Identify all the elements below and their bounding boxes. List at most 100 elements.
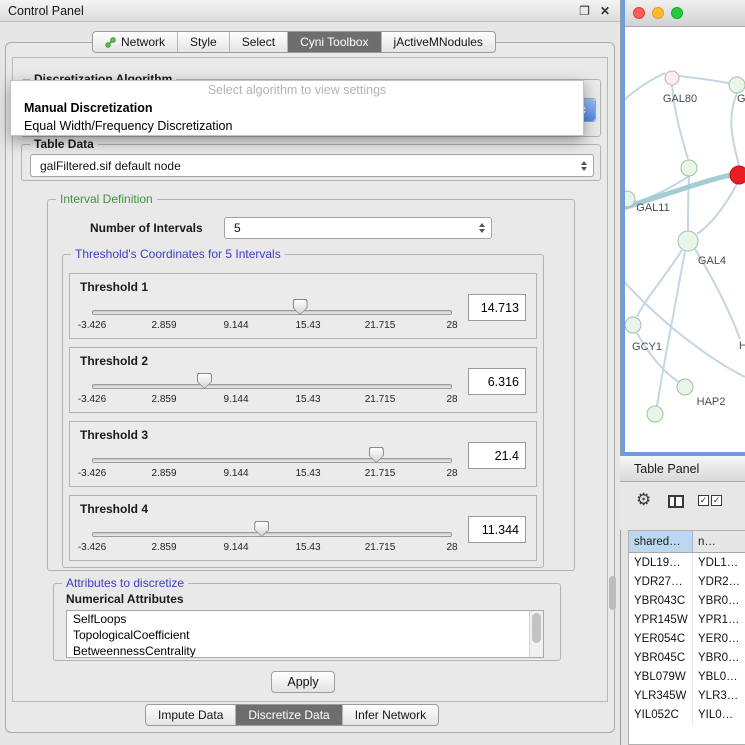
cell[interactable]: YER0… bbox=[693, 629, 745, 648]
network-edge bbox=[625, 73, 665, 117]
list-scrollbar[interactable] bbox=[529, 611, 543, 657]
checkbox-icon[interactable]: ✓ bbox=[711, 495, 722, 506]
zoom-traffic-light-icon[interactable] bbox=[671, 7, 683, 19]
combo-stepper-icon[interactable] bbox=[479, 223, 485, 233]
cell[interactable]: YDL19… bbox=[629, 553, 693, 572]
checkbox-icon[interactable]: ✓ bbox=[698, 495, 709, 506]
cell[interactable]: YDR2… bbox=[693, 572, 745, 591]
tab-style[interactable]: Style bbox=[177, 32, 229, 52]
dropdown-prompt: Select algorithm to view settings bbox=[11, 81, 583, 99]
list-item[interactable]: BetweennessCentrality bbox=[67, 643, 543, 658]
threshold-2-value-field[interactable]: 6.316 bbox=[468, 368, 526, 395]
slider-tick-label: 21.715 bbox=[365, 394, 396, 405]
dropdown-option-manual-discretization[interactable]: Manual Discretization bbox=[11, 99, 583, 117]
node-label: GAL11 bbox=[636, 202, 669, 214]
tab-discretize-data[interactable]: Discretize Data bbox=[235, 705, 341, 725]
table-row[interactable]: YDL19…YDL1… bbox=[629, 553, 745, 572]
list-item[interactable]: TopologicalCoefficient bbox=[67, 627, 543, 643]
columns-icon[interactable] bbox=[668, 495, 684, 508]
network-view-window: GAL80 GA GAL11 GAL4 GCY1 H HAP2 bbox=[621, 0, 745, 456]
select-columns-checkboxes-icon[interactable]: ✓ ✓ bbox=[698, 495, 722, 506]
combo-stepper-icon[interactable] bbox=[581, 161, 587, 171]
node-label: GAL80 bbox=[663, 93, 697, 105]
table-row[interactable]: YBR043CYBR0… bbox=[629, 591, 745, 610]
apply-button[interactable]: Apply bbox=[271, 671, 335, 693]
table-panel-header: Table Panel bbox=[620, 456, 745, 482]
float-window-icon[interactable]: ❐ bbox=[579, 4, 590, 18]
close-icon[interactable]: ✕ bbox=[600, 4, 610, 18]
table-row[interactable]: YLR345WYLR3… bbox=[629, 686, 745, 705]
slider-tick-label: 21.715 bbox=[365, 320, 396, 331]
threshold-2-slider[interactable] bbox=[92, 384, 452, 389]
column-header-name[interactable]: n… bbox=[693, 531, 745, 553]
cell[interactable]: YBL079W bbox=[629, 667, 693, 686]
cell[interactable]: YPR145W bbox=[629, 610, 693, 629]
gear-icon[interactable]: ⚙ bbox=[636, 490, 651, 510]
cell[interactable]: YDR27… bbox=[629, 572, 693, 591]
tab-infer-network[interactable]: Infer Network bbox=[342, 705, 438, 725]
network-node[interactable] bbox=[647, 406, 663, 422]
threshold-3-value-field[interactable]: 21.4 bbox=[468, 442, 526, 469]
threshold-3-slider[interactable] bbox=[92, 458, 452, 463]
slider-thumb[interactable] bbox=[197, 373, 212, 389]
slider-thumb[interactable] bbox=[369, 447, 384, 463]
slider-tick-label: -3.426 bbox=[78, 468, 106, 479]
cell[interactable]: YBR043C bbox=[629, 591, 693, 610]
threshold-panel-3: Threshold 3 -3.426 2.859 9.144 15.43 21.… bbox=[69, 421, 537, 487]
table-row[interactable]: YIL052CYIL0… bbox=[629, 705, 745, 724]
slider-thumb[interactable] bbox=[254, 521, 269, 537]
table-data-combobox[interactable]: galFiltered.sif default node bbox=[30, 154, 594, 177]
threshold-1-value-field[interactable]: 14.713 bbox=[468, 294, 526, 321]
control-panel-titlebar: Control Panel ❐ ✕ bbox=[0, 0, 620, 22]
list-item[interactable]: SelfLoops bbox=[67, 611, 543, 627]
cell[interactable]: YER054C bbox=[629, 629, 693, 648]
thresholds-group: Threshold's Coordinates for 5 Intervals … bbox=[62, 254, 544, 568]
cell[interactable]: YPR1… bbox=[693, 610, 745, 629]
table-row[interactable]: YBR045CYBR0… bbox=[629, 648, 745, 667]
threshold-4-slider[interactable] bbox=[92, 532, 452, 537]
minimize-traffic-light-icon[interactable] bbox=[652, 7, 664, 19]
tab-jactivemodules[interactable]: jActiveMNodules bbox=[381, 32, 495, 52]
tab-jactivemodules-label: jActiveMNodules bbox=[394, 35, 483, 49]
dropdown-option-equal-width-frequency[interactable]: Equal Width/Frequency Discretization bbox=[11, 117, 583, 135]
tab-impute-data[interactable]: Impute Data bbox=[146, 705, 235, 725]
table-row[interactable]: YPR145WYPR1… bbox=[629, 610, 745, 629]
threshold-4-value-field[interactable]: 11.344 bbox=[468, 516, 526, 543]
table-row[interactable]: YBL079WYBL0… bbox=[629, 667, 745, 686]
threshold-1-slider[interactable] bbox=[92, 310, 452, 315]
slider-tick-label: 2.859 bbox=[151, 320, 176, 331]
network-node[interactable] bbox=[665, 71, 679, 85]
network-canvas[interactable]: GAL80 GA GAL11 GAL4 GCY1 H HAP2 bbox=[625, 27, 745, 452]
cell[interactable]: YLR345W bbox=[629, 686, 693, 705]
number-of-intervals-combobox[interactable]: 5 bbox=[224, 217, 492, 239]
slider-tick-label: 9.144 bbox=[223, 542, 248, 553]
tab-network[interactable]: Network bbox=[93, 32, 177, 52]
network-graph: GAL80 GA GAL11 GAL4 GCY1 H HAP2 bbox=[625, 27, 745, 452]
cell[interactable]: YLR3… bbox=[693, 686, 745, 705]
panel-scrollbar-thumb[interactable] bbox=[609, 576, 616, 610]
table-row[interactable]: YDR27…YDR2… bbox=[629, 572, 745, 591]
column-header-shared-name[interactable]: shared… bbox=[629, 531, 693, 553]
cell[interactable]: YBL0… bbox=[693, 667, 745, 686]
cell[interactable]: YBR045C bbox=[629, 648, 693, 667]
cell[interactable]: YIL052C bbox=[629, 705, 693, 724]
network-node[interactable] bbox=[729, 77, 745, 93]
network-node[interactable] bbox=[678, 231, 698, 251]
network-node[interactable] bbox=[677, 379, 693, 395]
network-node[interactable] bbox=[625, 317, 641, 333]
tab-select[interactable]: Select bbox=[229, 32, 287, 52]
tab-cyni-toolbox[interactable]: Cyni Toolbox bbox=[287, 32, 380, 52]
slider-thumb[interactable] bbox=[293, 299, 308, 315]
network-node-selected[interactable] bbox=[730, 166, 745, 184]
close-traffic-light-icon[interactable] bbox=[633, 7, 645, 19]
cell[interactable]: YBR0… bbox=[693, 591, 745, 610]
network-node[interactable] bbox=[681, 160, 697, 176]
scrollbar-thumb[interactable] bbox=[532, 613, 541, 643]
interval-definition-group: Interval Definition Number of Intervals … bbox=[47, 199, 575, 571]
cell[interactable]: YBR0… bbox=[693, 648, 745, 667]
slider-tick-label: 9.144 bbox=[223, 394, 248, 405]
cell[interactable]: YDL1… bbox=[693, 553, 745, 572]
table-row[interactable]: YER054CYER0… bbox=[629, 629, 745, 648]
cell[interactable]: YIL0… bbox=[693, 705, 745, 724]
thresholds-group-title: Threshold's Coordinates for 5 Intervals bbox=[71, 247, 285, 262]
